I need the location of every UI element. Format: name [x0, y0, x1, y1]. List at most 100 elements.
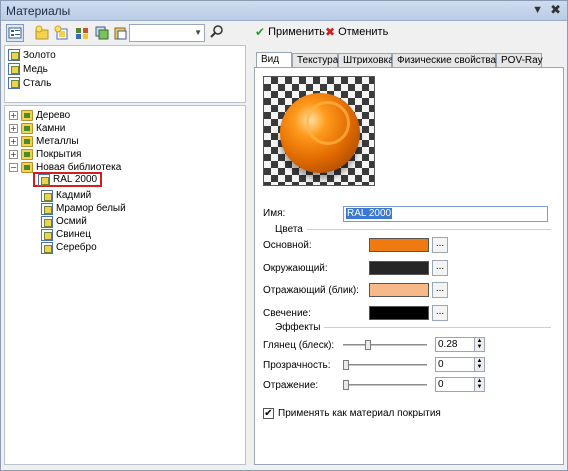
materials-window: Материалы ▼ ✖ ▼ Золото Медь Сталь + Дере…	[0, 0, 568, 471]
apply-as-coating-checkbox[interactable]: ✔	[263, 408, 274, 419]
copy-icon[interactable]	[93, 24, 111, 42]
view-toggle-icon[interactable]	[6, 24, 24, 42]
color-swatch-emission[interactable]	[369, 306, 429, 320]
tab-texture[interactable]: Текстура	[292, 53, 338, 68]
effects-group-header: Эффекты	[275, 322, 551, 333]
tree-folder[interactable]: + Камни	[9, 122, 65, 135]
list-item[interactable]: Золото	[8, 48, 56, 62]
tab-view[interactable]: Вид	[256, 52, 292, 68]
tree-folder-label: Металлы	[36, 136, 79, 147]
new-folder-icon[interactable]	[33, 24, 51, 42]
reflection-label: Отражение:	[263, 380, 319, 391]
material-icon	[41, 228, 53, 241]
library-icon[interactable]	[73, 24, 91, 42]
close-icon[interactable]: ✖	[550, 2, 561, 18]
apply-button[interactable]: ✔ Применить	[255, 25, 325, 39]
colors-group-header: Цвета	[275, 224, 551, 235]
folder-icon	[21, 149, 33, 160]
title-bar: Материалы ▼ ✖	[1, 1, 567, 21]
tree-item-selected[interactable]: RAL 2000	[33, 172, 103, 187]
slider-thumb[interactable]	[364, 340, 371, 350]
tree-item-label: Свинец	[56, 229, 91, 240]
tree-folder[interactable]: + Покрытия	[9, 148, 81, 161]
color-swatch-specular[interactable]	[369, 283, 429, 297]
tree-folder[interactable]: + Дерево	[9, 109, 70, 122]
tree-folder-label: Дерево	[36, 110, 71, 121]
reflection-stepper[interactable]: 0 ▲ ▼	[435, 377, 485, 392]
tree-folder-label: Покрытия	[36, 149, 82, 160]
expand-icon[interactable]: +	[9, 111, 18, 120]
spin-arrows-icon[interactable]: ▲ ▼	[474, 358, 484, 371]
expand-icon[interactable]: +	[9, 137, 18, 146]
spin-arrows-icon[interactable]: ▲ ▼	[474, 378, 484, 391]
check-icon: ✔	[255, 25, 266, 39]
tab-hatching[interactable]: Штриховка	[338, 53, 394, 68]
folder-icon	[21, 110, 33, 121]
gloss-slider[interactable]	[343, 340, 427, 350]
pin-icon[interactable]: ▼	[532, 4, 543, 16]
list-item[interactable]: Сталь	[8, 76, 51, 90]
paste-icon[interactable]	[111, 24, 129, 42]
transparency-slider[interactable]	[343, 360, 427, 370]
tree-item[interactable]: Серебро	[41, 241, 97, 254]
material-icon	[8, 49, 20, 61]
folder-icon	[21, 123, 33, 134]
color-label-main: Основной:	[263, 240, 312, 251]
name-field-value: RAL 2000	[346, 208, 393, 219]
color-swatch-ambient[interactable]	[369, 261, 429, 275]
preview-sphere	[280, 93, 360, 173]
expand-icon[interactable]: +	[9, 124, 18, 133]
tree-item[interactable]: Осмий	[41, 215, 87, 228]
tree-item-label: Кадмий	[56, 190, 92, 201]
gloss-label: Глянец (блеск):	[263, 340, 335, 351]
color-picker-button[interactable]: ...	[432, 282, 448, 298]
name-field[interactable]: RAL 2000	[343, 206, 548, 222]
transparency-value: 0	[438, 359, 444, 370]
color-picker-button[interactable]: ...	[432, 260, 448, 276]
tree-item[interactable]: Мрамор белый	[41, 202, 126, 215]
tab-physical-properties[interactable]: Физические свойства	[392, 53, 496, 68]
tree-item-label: Осмий	[56, 216, 87, 227]
color-picker-button[interactable]: ...	[432, 305, 448, 321]
apply-label: Применить	[268, 26, 325, 38]
name-label: Имя:	[263, 208, 286, 219]
tree-item[interactable]: Кадмий	[41, 189, 91, 202]
search-icon[interactable]	[209, 24, 227, 42]
list-item-label: Сталь	[23, 77, 52, 89]
selection-highlight: RAL 2000	[33, 172, 103, 187]
list-item-label: Золото	[23, 49, 56, 61]
chevron-down-icon[interactable]: ▼	[194, 28, 202, 37]
material-icon	[41, 202, 53, 215]
color-picker-button[interactable]: ...	[432, 237, 448, 253]
tab-pov-ray[interactable]: POV-Ray	[496, 53, 543, 68]
tree-item[interactable]: Свинец	[41, 228, 91, 241]
expand-icon[interactable]: +	[9, 150, 18, 159]
tree-folder-label: Камни	[36, 123, 66, 134]
spin-arrows-icon[interactable]: ▲ ▼	[474, 338, 484, 351]
slider-thumb[interactable]	[343, 380, 349, 390]
list-item[interactable]: Медь	[8, 62, 48, 76]
color-label-emission: Свечение:	[263, 308, 311, 319]
folder-icon	[21, 136, 33, 147]
color-swatch-main[interactable]	[369, 238, 429, 252]
transparency-label: Прозрачность:	[263, 360, 331, 371]
reflection-slider[interactable]	[343, 380, 427, 390]
material-icon	[41, 189, 53, 202]
material-icon	[8, 63, 20, 75]
reflection-value: 0	[438, 379, 444, 390]
colors-group-label: Цвета	[275, 224, 303, 235]
material-icon	[41, 215, 53, 228]
tree-item-label: Серебро	[56, 242, 97, 253]
left-toolbar: ▼	[3, 23, 243, 43]
tree-folder[interactable]: + Металлы	[9, 135, 79, 148]
apply-as-coating-row[interactable]: ✔ Применять как материал покрытия	[263, 408, 441, 419]
transparency-stepper[interactable]: 0 ▲ ▼	[435, 357, 485, 372]
collapse-icon[interactable]: −	[9, 163, 18, 172]
view-panel: Имя: RAL 2000 Цвета Основной: ... Окружа…	[254, 67, 564, 465]
search-input[interactable]: ▼	[129, 24, 205, 42]
slider-thumb[interactable]	[343, 360, 349, 370]
add-material-icon[interactable]	[53, 24, 71, 42]
right-toolbar: ✔ Применить ✖ Отменить	[251, 23, 567, 43]
cancel-button[interactable]: ✖ Отменить	[325, 25, 388, 39]
gloss-stepper[interactable]: 0.28 ▲ ▼	[435, 337, 485, 352]
